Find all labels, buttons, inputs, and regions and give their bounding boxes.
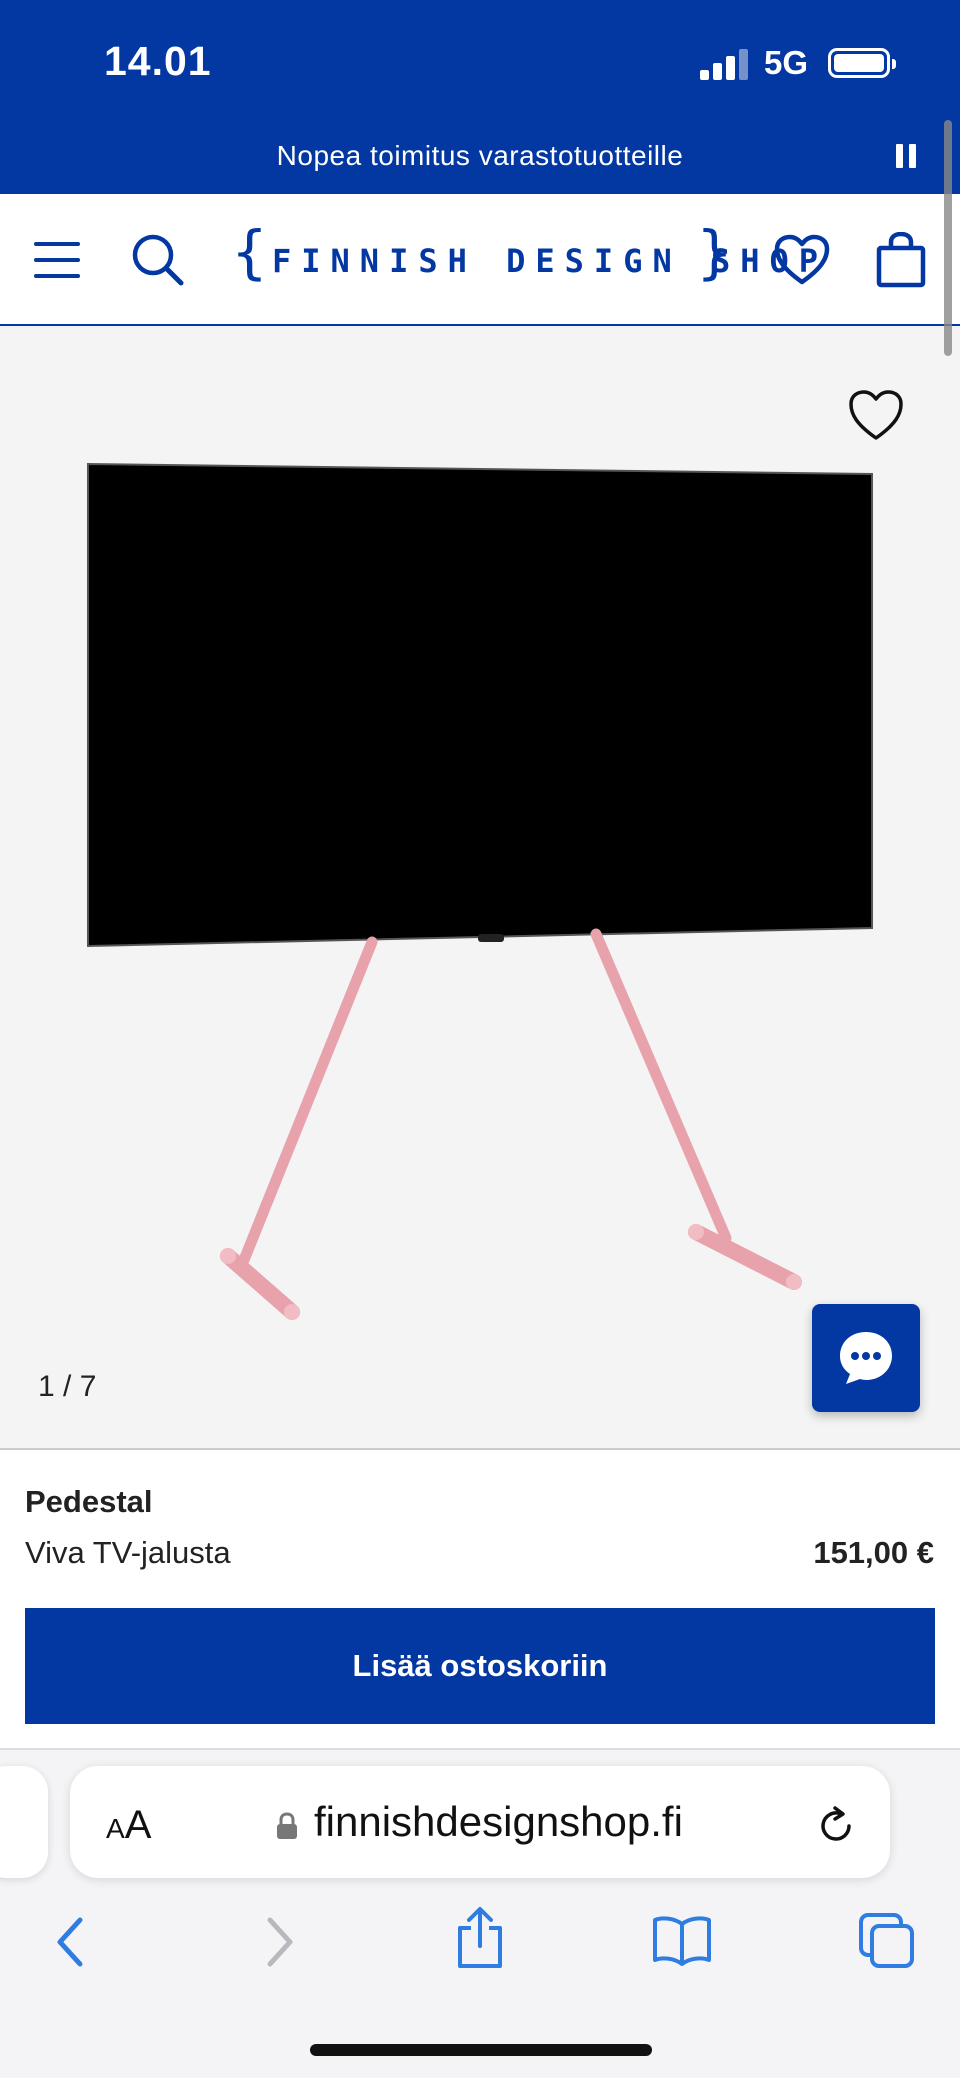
hamburger-menu-icon[interactable] bbox=[34, 238, 82, 282]
promo-banner: Nopea toimitus varastotuotteille bbox=[0, 130, 960, 194]
cellular-signal-icon bbox=[700, 48, 752, 80]
chat-button[interactable] bbox=[812, 1304, 920, 1412]
lock-icon bbox=[277, 1812, 297, 1839]
logo-brace-right: } bbox=[697, 218, 732, 286]
search-icon[interactable] bbox=[130, 232, 186, 288]
text-size-button[interactable]: AA bbox=[106, 1803, 151, 1848]
text-size-small-a: A bbox=[106, 1813, 125, 1844]
product-brand[interactable]: Pedestal bbox=[25, 1484, 153, 1520]
logo-text: FINNISH DESIGN SHOP bbox=[272, 242, 829, 280]
reload-icon[interactable] bbox=[816, 1806, 856, 1846]
bookmarks-icon[interactable] bbox=[652, 1914, 712, 1966]
battery-icon bbox=[828, 48, 896, 78]
logo-brace-left: { bbox=[232, 218, 267, 286]
heart-icon[interactable] bbox=[774, 234, 830, 286]
product-name: Viva TV-jalusta bbox=[25, 1535, 231, 1570]
shopping-bag-icon[interactable] bbox=[876, 232, 926, 288]
scroll-indicator[interactable] bbox=[944, 120, 952, 356]
tabs-icon[interactable] bbox=[858, 1912, 916, 1970]
share-icon[interactable] bbox=[454, 1906, 506, 1970]
chat-icon bbox=[840, 1332, 892, 1384]
forward-icon[interactable] bbox=[264, 1916, 296, 1968]
text-size-big-a: A bbox=[124, 1803, 152, 1847]
network-type: 5G bbox=[764, 44, 809, 81]
url-text[interactable]: finnishdesignshop.fi bbox=[314, 1798, 683, 1846]
add-to-cart-button[interactable]: Lisää ostoskoriin bbox=[25, 1608, 935, 1724]
site-logo[interactable]: { FINNISH DESIGN SHOP } bbox=[232, 218, 829, 292]
promo-text: Nopea toimitus varastotuotteille bbox=[276, 140, 684, 171]
status-bar: 14.01 5G bbox=[0, 0, 960, 130]
home-indicator[interactable] bbox=[310, 2044, 652, 2056]
pause-icon[interactable] bbox=[896, 144, 916, 168]
product-image-tv-stand bbox=[87, 462, 873, 1320]
image-counter: 1 / 7 bbox=[38, 1370, 97, 1403]
favorite-heart-icon[interactable] bbox=[846, 386, 906, 446]
status-time: 14.01 bbox=[104, 38, 212, 84]
back-icon[interactable] bbox=[54, 1916, 86, 1968]
product-price: 151,00 € bbox=[813, 1535, 934, 1570]
previous-tab-peek[interactable] bbox=[0, 1766, 48, 1878]
